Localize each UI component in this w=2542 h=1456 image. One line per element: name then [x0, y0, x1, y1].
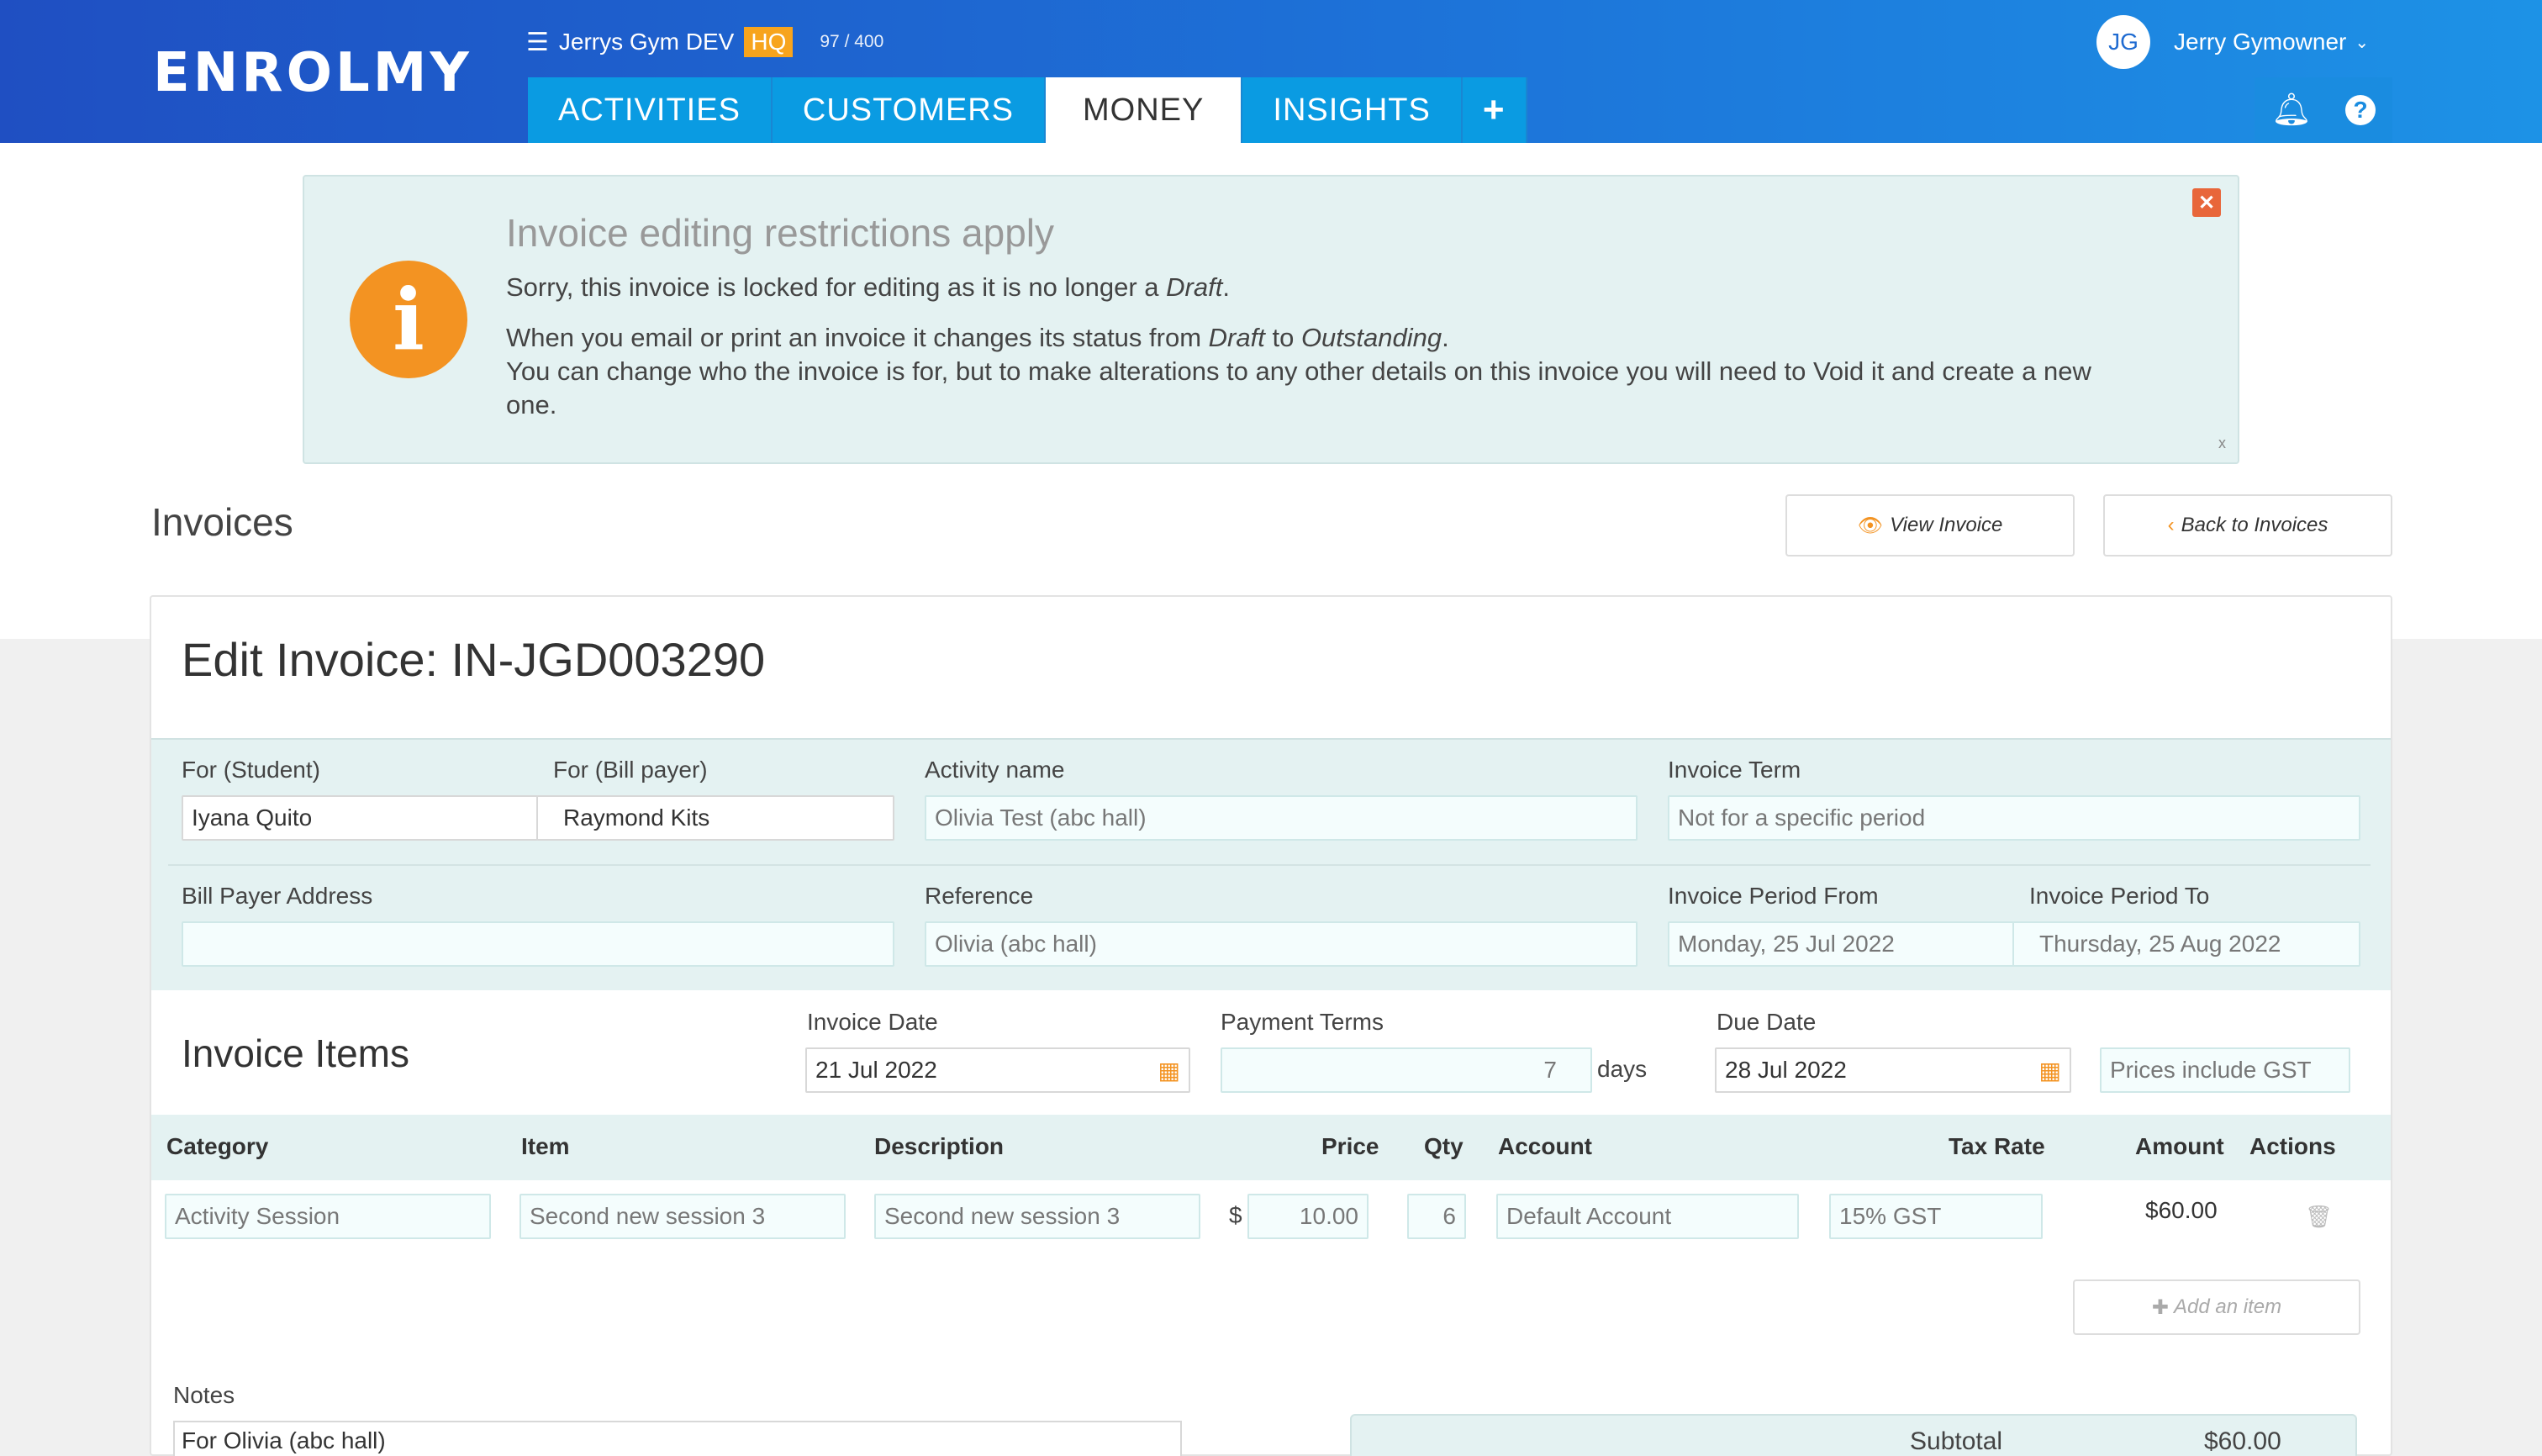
tab-money[interactable]: MONEY [1046, 77, 1243, 143]
main-tabs: ACTIVITIES CUSTOMERS MONEY INSIGHTS + [528, 77, 1527, 143]
activity-name-label: Activity name [925, 757, 1065, 783]
row-amount: $60.00 [2145, 1197, 2218, 1223]
enrolmy-logo[interactable]: ENROLMY [153, 42, 472, 104]
row-description-field[interactable]: Second new session 3 [874, 1194, 1200, 1239]
days-label: days [1597, 1056, 1648, 1082]
period-from-label: Invoice Period From [1668, 883, 1879, 909]
row-account-field[interactable]: Default Account [1496, 1194, 1799, 1239]
invoice-items-title: Invoice Items [182, 1031, 409, 1075]
tab-insights[interactable]: INSIGHTS [1242, 77, 1463, 143]
row-qty-field[interactable]: 6 [1407, 1194, 1466, 1239]
gym-name[interactable]: Jerrys Gym DEV [559, 29, 734, 55]
period-to-field[interactable]: Thursday, 25 Aug 2022 [2012, 921, 2360, 967]
currency-symbol: $ [1229, 1202, 1242, 1228]
row-price-field[interactable]: 10.00 [1247, 1194, 1369, 1239]
period-to-label: Invoice Period To [2029, 883, 2210, 909]
bill-payer-address-field[interactable] [182, 921, 894, 967]
bill-payer-address-label: Bill Payer Address [182, 883, 373, 909]
bell-icon[interactable]: 🔔︎ [2271, 92, 2312, 129]
view-invoice-button[interactable]: 👁︎ View Invoice [1785, 494, 2075, 557]
gym-selector[interactable]: ☰ Jerrys Gym DEV HQ 97 / 400 [526, 27, 883, 57]
row-item-field[interactable]: Second new session 3 [519, 1194, 846, 1239]
page-title: Invoices [151, 500, 293, 544]
invoice-term-label: Invoice Term [1668, 757, 1801, 783]
trash-icon[interactable]: 🗑︎ [2305, 1204, 2333, 1230]
col-qty: Qty [1424, 1133, 1463, 1159]
alert-message-void: You can change who the invoice is for, b… [506, 356, 2091, 419]
col-tax-rate: Tax Rate [1949, 1133, 2045, 1159]
student-label: For (Student) [182, 757, 320, 783]
alert-dismiss-link[interactable]: x [2218, 435, 2226, 452]
top-navigation-bar: ENROLMY ☰ Jerrys Gym DEV HQ 97 / 400 ACT… [0, 0, 2542, 143]
payment-terms-field[interactable]: 7 [1221, 1047, 1592, 1093]
billpayer-field[interactable]: Raymond Kits [536, 795, 894, 841]
billpayer-label: For (Bill payer) [553, 757, 708, 783]
due-date-field[interactable]: 28 Jul 2022 ▦ [1715, 1047, 2071, 1093]
alert-message-locked: Sorry, this invoice is locked for editin… [506, 272, 1230, 302]
tab-activities[interactable]: ACTIVITIES [528, 77, 773, 143]
header-icon-group: 🔔︎ ? [2255, 77, 2392, 143]
tab-add-plus[interactable]: + [1462, 77, 1527, 143]
col-actions: Actions [2249, 1133, 2336, 1159]
usage-count: 97 / 400 [820, 32, 884, 51]
plus-icon: ✚ [2151, 1295, 2170, 1319]
back-to-invoices-button[interactable]: ‹ Back to Invoices [2103, 494, 2392, 557]
help-icon[interactable]: ? [2345, 95, 2376, 125]
add-item-button[interactable]: ✚ Add an item [2073, 1279, 2360, 1335]
user-name[interactable]: Jerry Gymowner [2174, 29, 2346, 55]
user-menu[interactable]: JG Jerry Gymowner ⌄ [2096, 15, 2369, 69]
notes-label: Notes [173, 1382, 235, 1408]
hq-badge: HQ [744, 27, 794, 57]
subtotal-label: Subtotal [1910, 1427, 2003, 1455]
chevron-left-icon: ‹ [2167, 514, 2175, 536]
menu-icon[interactable]: ☰ [526, 28, 549, 57]
col-description: Description [874, 1133, 1005, 1159]
items-table-header: Category Item Description Price Qty Acco… [151, 1115, 2391, 1180]
due-date-label: Due Date [1717, 1009, 1817, 1035]
notes-field[interactable]: For Olivia (abc hall) [173, 1421, 1182, 1456]
gst-select[interactable]: Prices include GST [2100, 1047, 2350, 1093]
edit-invoice-title: Edit Invoice: IN-JGD003290 [182, 633, 766, 686]
close-icon[interactable]: ✕ [2192, 188, 2221, 217]
reference-field[interactable]: Olivia (abc hall) [925, 921, 1638, 967]
chevron-down-icon[interactable]: ⌄ [2355, 32, 2369, 53]
invoice-term-field[interactable]: Not for a specific period [1668, 795, 2360, 841]
calendar-icon[interactable]: ▦ [2039, 1057, 2061, 1084]
calendar-icon[interactable]: ▦ [1158, 1057, 1180, 1084]
alert-message-status: When you email or print an invoice it ch… [506, 323, 2091, 419]
tab-customers[interactable]: CUSTOMERS [772, 77, 1047, 143]
info-icon: i [350, 261, 467, 378]
activity-name-field[interactable]: Olivia Test (abc hall) [925, 795, 1638, 841]
row-tax-rate-field[interactable]: 15% GST [1829, 1194, 2043, 1239]
col-category: Category [166, 1133, 269, 1159]
totals-panel: Subtotal $60.00 [1350, 1414, 2357, 1456]
alert-title: Invoice editing restrictions apply [506, 211, 1054, 255]
col-item: Item [521, 1133, 570, 1159]
col-price: Price [1321, 1133, 1379, 1159]
restriction-alert: i Invoice editing restrictions apply Sor… [303, 175, 2239, 464]
invoice-date-field[interactable]: 21 Jul 2022 ▦ [805, 1047, 1190, 1093]
eye-icon: 👁︎ [1857, 514, 1884, 537]
avatar[interactable]: JG [2096, 15, 2150, 69]
row-category-field[interactable]: Activity Session [165, 1194, 491, 1239]
period-from-field[interactable]: Monday, 25 Jul 2022 [1668, 921, 2014, 967]
reference-label: Reference [925, 883, 1034, 909]
student-field[interactable]: Iyana Quito [182, 795, 538, 841]
subtotal-value: $60.00 [2204, 1427, 2281, 1455]
col-amount: Amount [2135, 1133, 2224, 1159]
payment-terms-label: Payment Terms [1221, 1009, 1384, 1035]
form-divider [168, 864, 2371, 866]
col-account: Account [1498, 1133, 1592, 1159]
invoice-date-label: Invoice Date [807, 1009, 938, 1035]
